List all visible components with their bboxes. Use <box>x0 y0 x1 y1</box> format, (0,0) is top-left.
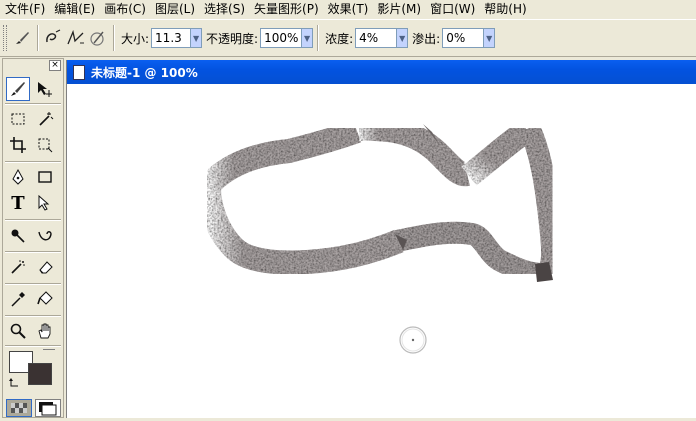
document-titlebar[interactable]: 未标题-1 @ 100% <box>67 60 696 84</box>
background-color-fill <box>29 364 51 384</box>
full-screen-mode-button[interactable] <box>35 399 61 417</box>
menu-movie[interactable]: 影片(M) <box>374 0 427 19</box>
eraser-tool[interactable] <box>33 255 57 279</box>
menu-file[interactable]: 文件(F) <box>2 0 51 19</box>
move-tool[interactable] <box>33 77 57 101</box>
rectangle-icon <box>38 171 52 183</box>
pen-tool[interactable] <box>6 165 30 189</box>
brush-icon <box>11 82 25 96</box>
separator <box>37 25 39 51</box>
paint-bucket-icon <box>37 291 53 305</box>
canvas[interactable] <box>67 84 696 418</box>
move-arrow-icon <box>38 82 52 97</box>
background-color-swatch[interactable] <box>28 363 52 385</box>
brush-tool-icon[interactable] <box>11 27 33 49</box>
tool-group-separator <box>5 219 61 221</box>
chevron-down-icon[interactable]: ▼ <box>302 28 314 48</box>
menubar: 文件(F) 编辑(E) 画布(C) 图层(L) 选择(S) 矢量图形(P) 效果… <box>0 0 696 19</box>
eraser-icon <box>39 261 53 274</box>
menu-canvas[interactable]: 画布(C) <box>101 0 152 19</box>
menu-window[interactable]: 窗口(W) <box>427 0 481 19</box>
zoom-tool[interactable] <box>6 319 30 343</box>
menu-select[interactable]: 选择(S) <box>201 0 251 19</box>
toolbar-grip[interactable] <box>3 25 7 51</box>
menu-edit[interactable]: 编辑(E) <box>51 0 101 19</box>
opacity-combo[interactable]: 100% ▼ <box>260 28 314 48</box>
fish-brush-stroke <box>197 116 564 354</box>
size-combo[interactable]: 11.3 ▼ <box>151 28 203 48</box>
menu-help[interactable]: 帮助(H) <box>481 0 532 19</box>
paint-brush-tool[interactable] <box>6 77 30 101</box>
eyedropper-icon <box>11 292 25 307</box>
toolbox-panel: × T <box>2 58 64 418</box>
subselect-tool[interactable] <box>33 191 57 215</box>
magnifier-icon <box>10 323 26 339</box>
opacity-field[interactable]: 100% <box>260 28 303 48</box>
slice-icon <box>38 138 53 153</box>
hand-icon <box>38 323 51 339</box>
bleed-field[interactable]: 0% <box>442 28 485 48</box>
bleed-combo[interactable]: 0% ▼ <box>442 28 496 48</box>
chevron-down-icon[interactable]: ▼ <box>484 28 496 48</box>
subselect-arrow-icon <box>38 194 50 211</box>
close-icon[interactable]: × <box>49 60 61 71</box>
magic-wand-icon <box>39 112 54 126</box>
pressure-icon[interactable] <box>65 27 87 49</box>
chevron-down-icon[interactable]: ▼ <box>397 28 409 48</box>
standard-mode-button[interactable] <box>6 399 32 417</box>
paint-bucket-tool[interactable] <box>33 287 57 311</box>
brush-options-bar: 大小: 11.3 ▼ 不透明度: 100% ▼ 浓度: 4% ▼ 渗出: 0% … <box>0 19 696 57</box>
tool-group-separator <box>5 345 61 347</box>
document-title: 未标题-1 @ 100% <box>91 65 198 80</box>
magic-wand-tool[interactable] <box>33 107 57 131</box>
freeform-icon <box>38 231 52 241</box>
tool-group-separator <box>5 251 61 253</box>
crop-tool[interactable] <box>6 133 30 157</box>
freeform-tool[interactable] <box>33 223 57 247</box>
checker-icon <box>11 403 27 413</box>
swap-colors-icon[interactable] <box>9 377 21 392</box>
screen-mode-icon <box>39 402 57 416</box>
text-tool[interactable]: T <box>6 191 30 215</box>
marquee-icon <box>11 113 25 125</box>
smudge-icon <box>11 229 25 243</box>
tilt-icon[interactable] <box>87 27 109 49</box>
eyedropper-tool[interactable] <box>6 287 30 311</box>
chevron-down-icon[interactable]: ▼ <box>191 28 203 48</box>
hand-tool[interactable] <box>33 319 57 343</box>
document-window: 未标题-1 @ 100% <box>66 60 696 418</box>
marquee-tool[interactable] <box>6 107 30 131</box>
opacity-label: 不透明度: <box>206 31 259 46</box>
tool-group-separator <box>5 103 61 105</box>
text-tool-icon: T <box>11 192 25 214</box>
toolbox-titlebar[interactable]: × <box>3 59 63 73</box>
tool-group-separator <box>5 315 61 317</box>
size-field[interactable]: 11.3 <box>151 28 192 48</box>
tool-group-separator <box>5 283 61 285</box>
density-field[interactable]: 4% <box>355 28 398 48</box>
airbrush-icon <box>11 260 25 274</box>
document-icon <box>73 64 85 80</box>
slice-tool[interactable] <box>33 133 57 157</box>
smudge-tool[interactable] <box>6 223 30 247</box>
rectangle-tool[interactable] <box>33 165 57 189</box>
density-label: 浓度: <box>325 31 354 46</box>
crop-icon <box>10 137 26 153</box>
pen-nib-icon <box>12 168 24 185</box>
airbrush-tool[interactable] <box>6 255 30 279</box>
separator <box>317 25 320 51</box>
color-divider <box>43 349 55 352</box>
menu-layer[interactable]: 图层(L) <box>152 0 201 19</box>
separator <box>113 25 115 51</box>
bleed-label: 渗出: <box>412 31 441 46</box>
menu-effects[interactable]: 效果(T) <box>325 0 375 19</box>
density-combo[interactable]: 4% ▼ <box>355 28 409 48</box>
menu-vector[interactable]: 矢量图形(P) <box>251 0 325 19</box>
size-label: 大小: <box>121 31 150 46</box>
tool-group-separator <box>5 161 61 163</box>
brush-shape-icon[interactable] <box>43 27 65 49</box>
